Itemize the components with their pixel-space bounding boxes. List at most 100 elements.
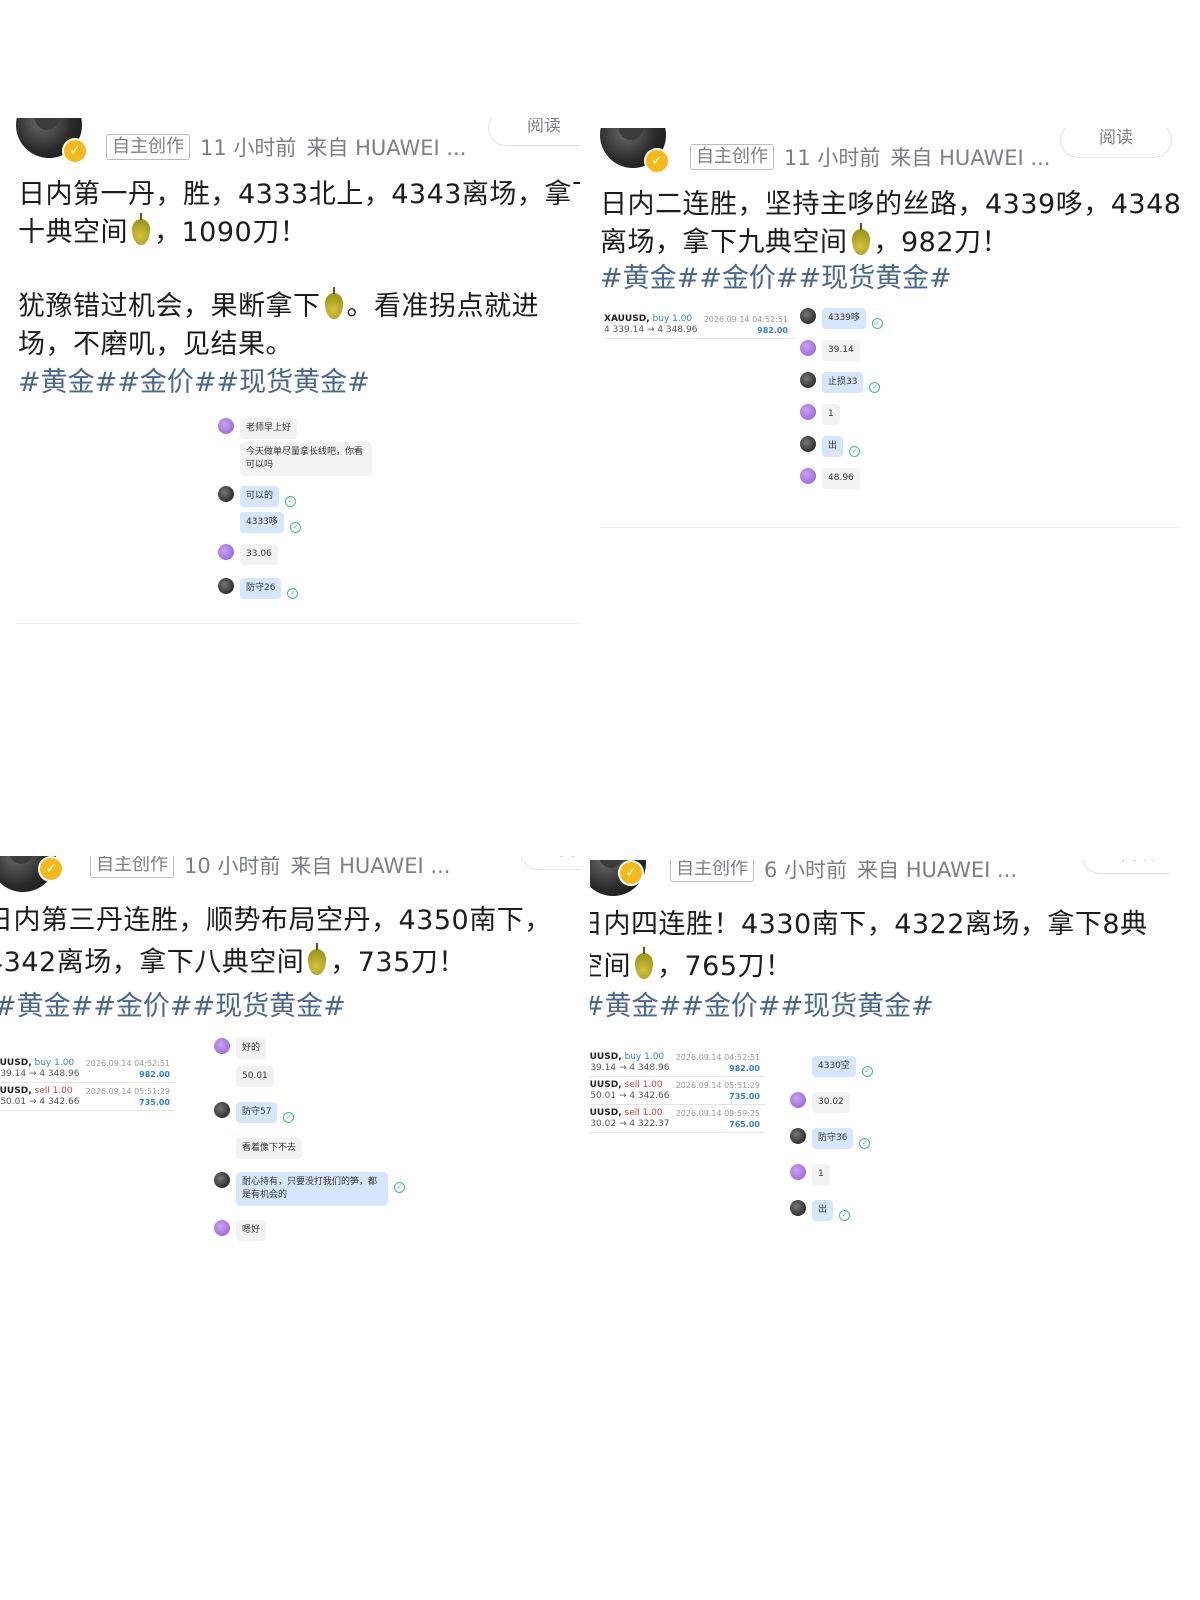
hashtags-link[interactable]: #黄金##金价##现货黄金# [18, 364, 370, 402]
verified-badge-icon: ✓ [38, 856, 64, 882]
original-tag: 自主创作 [690, 144, 774, 170]
post-text-line: 日内第一丹，胜，4333北上，4343离场，拿下 [18, 179, 580, 210]
chat-bubble: 33.06 [240, 544, 278, 565]
chat-bubble: 防守26 [240, 578, 282, 599]
chat-bubble: 防守36 [812, 1128, 854, 1149]
read-check-icon: ✓ [859, 1138, 871, 1149]
read-button[interactable]: 阅读 [520, 856, 580, 870]
teacher-avatar-icon [800, 436, 816, 452]
post-text-line: 十典空间 ，1090刀！ [18, 213, 308, 248]
chat-bubble: 1 [812, 1164, 830, 1185]
chat-bubble: 好的 [236, 1038, 267, 1059]
teacher-avatar-icon [214, 1172, 230, 1188]
read-check-icon: ✓ [285, 496, 297, 507]
user-avatar-icon [790, 1164, 806, 1180]
post-source: 来自 HUAWEI ... [857, 860, 1018, 882]
read-check-icon: ✓ [287, 588, 299, 599]
user-avatar-icon [800, 404, 816, 420]
user-avatar-icon [800, 340, 816, 356]
trade-record: XAUUSD, buy 1.00 4 339.14 → 4 348.96 202… [604, 312, 794, 339]
user-avatar-icon [214, 1220, 230, 1236]
user-avatar-icon [218, 544, 234, 560]
chat-bubble: 48.96 [822, 468, 860, 489]
pear-icon [132, 213, 150, 245]
original-tag: 自主创作 [670, 860, 754, 882]
chat-bubble: 看着像下不去 [236, 1138, 303, 1159]
teacher-avatar-icon [800, 372, 816, 388]
read-button[interactable]: 阅读 [488, 118, 580, 146]
post-time: 11 小时前 [200, 136, 297, 160]
post-card-2[interactable]: ✓ 阅读 自主创作 11 小时前 来自 HUAWEI ... 日内二连胜，坚持主… [600, 128, 1180, 528]
trade-record: XAUUSD, sell 1.00 4 350.01 → 4 342.66 20… [0, 1084, 176, 1111]
chat-bubble: 耐心持有，只要没打我们的笋，都是有机会的 [236, 1172, 388, 1206]
original-tag: 自主创作 [106, 134, 190, 160]
pear-icon [851, 223, 870, 255]
post-time: 10 小时前 [184, 856, 281, 878]
verified-badge-icon: ✓ [644, 148, 670, 174]
chat-bubble: 1 [822, 404, 840, 425]
original-tag: 自主创作 [90, 856, 174, 878]
read-check-icon: ✓ [869, 382, 881, 393]
chat-bubble: 出 [822, 436, 844, 457]
chat-screenshot: 4330空 ✓ 30.02 防守36 ✓ 1 出 ✓ [790, 1056, 910, 1246]
chat-bubble: 4339哆 [822, 308, 866, 329]
trade-record: XAUUSD, sell 1.00 4 350.01 → 4 342.66 20… [590, 1078, 766, 1105]
user-avatar-icon [790, 1092, 806, 1108]
trade-record: XAUUSD, buy 1.00 4 339.14 → 4 348.96 202… [590, 1050, 766, 1077]
post-source: 来自 HUAWEI ... [306, 136, 467, 160]
post-text-line: 离场，拿下九典空间 ，982刀！ [600, 223, 1010, 258]
read-button[interactable]: 阅读 [1060, 128, 1172, 158]
trade-record: XAUUSD, sell 1.00 4 330.02 → 4 322.37 20… [590, 1106, 766, 1133]
chat-bubble: 4333哆 [240, 512, 284, 533]
read-check-icon: ✓ [871, 318, 883, 329]
post-card-4[interactable]: ✓ 阅读 自主创作 6 小时前 来自 HUAWEI ... 日内四连胜！4330… [590, 860, 1170, 1270]
post-card-3[interactable]: ✓ 阅读 自主创作 10 小时前 来自 HUAWEI ... 日内第三丹连胜，顺… [0, 856, 580, 1276]
chat-screenshot: 4339哆 ✓ 39.14 止损33 ✓ 1 出 ✓ 48.96 [800, 308, 920, 498]
read-check-icon: ✓ [394, 1182, 405, 1193]
teacher-avatar-icon [218, 486, 234, 502]
chat-screenshot: 老师早上好 今天做单尽量拿长线吧，你看可以吗 可以的 ✓ 4333哆 ✓ 33.06… [218, 418, 388, 608]
post-text-line: 日内二连胜，坚持主哆的丝路，4339哆，4348 [600, 189, 1180, 220]
hashtags-link[interactable]: #黄金##金价##现货黄金# [0, 988, 346, 1026]
user-avatar-icon [800, 468, 816, 484]
teacher-avatar-icon [790, 1200, 806, 1216]
post-text-line: 场，不磨叽，见结果。 [18, 329, 293, 360]
teacher-avatar-icon [218, 578, 234, 594]
chat-bubble: 4330空 [812, 1056, 856, 1077]
post-time: 6 小时前 [764, 860, 848, 882]
read-check-icon: ✓ [289, 522, 301, 533]
pear-icon [308, 943, 327, 975]
trade-record: XAUUSD, buy 1.00 4 339.14 → 4 348.96 202… [0, 1056, 176, 1083]
read-button[interactable]: 阅读 [1082, 860, 1170, 874]
pear-icon [324, 287, 343, 319]
read-check-icon: ✓ [861, 1066, 873, 1077]
read-check-icon: ✓ [283, 1112, 295, 1123]
post-text-line: 犹豫错过机会，果断拿下 。看准拐点就进 [18, 287, 539, 322]
chat-bubble: 出 [812, 1200, 834, 1221]
hashtags-link[interactable]: #黄金##金价##现货黄金# [590, 988, 934, 1026]
post-text-line: 4342离场，拿下八典空间 ，735刀！ [0, 943, 466, 978]
divider [16, 623, 580, 624]
post-time: 11 小时前 [784, 146, 881, 170]
post-text-line: 日内第三丹连胜，顺势布局空丹，4350南下， [0, 905, 552, 936]
verified-badge-icon: ✓ [618, 860, 644, 886]
chat-bubble: 30.02 [812, 1092, 850, 1113]
divider [600, 527, 1180, 528]
hashtags-link[interactable]: #黄金##金价##现货黄金# [600, 260, 952, 298]
post-card-1[interactable]: ✓ 阅读 自主创作 11 小时前 来自 HUAWEI ... 日内第一丹，胜，4… [0, 118, 580, 638]
teacher-avatar-icon [790, 1128, 806, 1144]
pear-icon [635, 947, 653, 979]
chat-bubble: 39.14 [822, 340, 860, 361]
chat-bubble: 今天做单尽量拿长线吧，你看可以吗 [240, 442, 372, 476]
teacher-avatar-icon [214, 1102, 230, 1118]
chat-bubble: 可以的 [240, 486, 280, 507]
verified-badge-icon: ✓ [62, 138, 88, 164]
user-avatar-icon [214, 1038, 230, 1054]
read-check-icon: ✓ [839, 1210, 851, 1221]
chat-bubble: 50.01 [236, 1066, 274, 1087]
chat-bubble: 嗯好 [236, 1220, 267, 1241]
chat-bubble: 老师早上好 [240, 418, 298, 439]
post-source: 来自 HUAWEI ... [290, 856, 451, 878]
user-avatar-icon [218, 418, 234, 434]
post-text-line: 空间，765刀！ [590, 947, 793, 982]
